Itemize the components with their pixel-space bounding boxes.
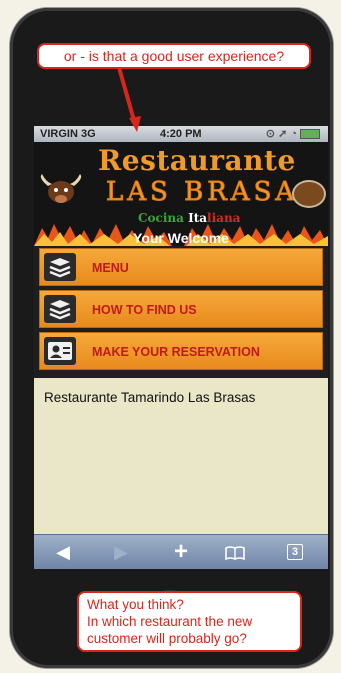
annotation-arrow [116, 63, 141, 132]
annotation-line-1: What you think? [87, 597, 184, 612]
annotation-bottom: What you think? In which restaurant the … [77, 591, 302, 652]
annotation-top: or - is that a good user experience? [37, 43, 311, 69]
annotation-line-2: In which restaurant the new [87, 614, 253, 629]
annotation-line-3: customer will probably go? [87, 631, 247, 646]
